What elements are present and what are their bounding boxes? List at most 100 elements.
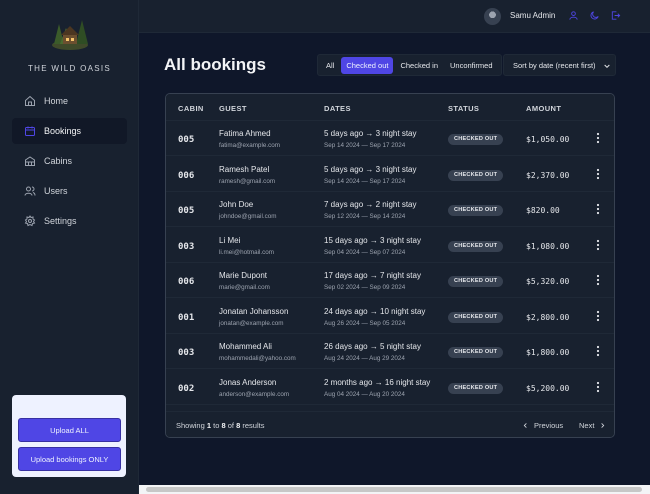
- status-badge: CHECKED OUT: [448, 382, 504, 394]
- scrollbar-thumb[interactable]: [146, 487, 642, 492]
- next-button[interactable]: Next: [579, 421, 606, 430]
- table-row: 003 Mohammed Ali mohammedali@yahoo.com 26 d…: [166, 334, 614, 369]
- table-row: 002 Jonas Anderson anderson@example.com 2 m…: [166, 370, 614, 405]
- stay-summary: 26 days ago → 5 night stay: [324, 342, 421, 351]
- top-header: Samu Admin: [139, 0, 650, 33]
- results-summary: Showing 1 to 8 of 8 results: [176, 421, 264, 430]
- previous-label: Previous: [534, 421, 564, 430]
- gear-icon: [24, 215, 36, 227]
- amount: $1,080.00: [526, 241, 570, 251]
- sidebar-item-settings[interactable]: Settings: [12, 208, 127, 234]
- user-name: Samu Admin: [510, 11, 556, 20]
- more-options-icon[interactable]: [595, 239, 601, 251]
- status-filter: All Checked out Checked in Unconfirmed: [317, 54, 502, 76]
- next-label: Next: [579, 421, 595, 430]
- calendar-icon: [25, 126, 35, 136]
- guest-name: Ramesh Patel: [219, 164, 270, 174]
- guest-email: fatima@example.com: [219, 142, 280, 149]
- sidebar-item-label: Settings: [44, 216, 77, 226]
- previous-button[interactable]: Previous: [522, 421, 563, 430]
- main-content: All bookings All Checked out Checked in …: [139, 33, 650, 494]
- guest-name: Li Mei: [219, 235, 241, 245]
- more-options-icon[interactable]: [595, 168, 601, 180]
- table-row: 003 Li Mei li.mei@hotmail.com 15 days ago →…: [166, 228, 614, 263]
- table-row: 005 John Doe johndoe@gmail.com 7 days ago →…: [166, 192, 614, 227]
- more-options-icon[interactable]: [595, 132, 601, 144]
- brand-name: THE WILD OASIS: [27, 64, 112, 73]
- more-options-icon[interactable]: [595, 274, 601, 286]
- horizontal-scrollbar[interactable]: [139, 485, 650, 494]
- page-title: All bookings: [164, 55, 266, 74]
- date-range: Aug 04 2024 — Aug 20 2024: [324, 390, 405, 398]
- table-row: 005 Fatima Ahmed fatima@example.com 5 days …: [166, 121, 614, 156]
- status-badge: CHECKED OUT: [448, 134, 504, 145]
- dark-mode-icon[interactable]: [589, 10, 600, 21]
- guest-name: Jonatan Johansson: [219, 306, 289, 316]
- status-badge: CHECKED OUT: [448, 205, 504, 216]
- more-options-icon[interactable]: [595, 203, 601, 215]
- guest-name: Mohammed Ali: [219, 342, 272, 351]
- status-badge: CHECKED OUT: [448, 240, 504, 252]
- table-row: 006 Ramesh Patel ramesh@gmail.com 5 days ag…: [166, 157, 614, 192]
- sidebar-item-cabins[interactable]: Cabins: [12, 148, 127, 174]
- sidebar-item-label: Home: [44, 96, 69, 106]
- upload-all-button[interactable]: Upload ALL: [18, 418, 121, 442]
- header-cabin: CABIN: [178, 104, 204, 113]
- header-dates: DATES: [324, 104, 351, 113]
- summary-suffix: results: [242, 421, 265, 430]
- more-options-icon[interactable]: [595, 310, 601, 322]
- stay-summary: 24 days ago → 10 night stay: [324, 306, 426, 316]
- guest-name: Jonas Anderson: [219, 377, 277, 387]
- date-range: Aug 26 2024 — Sep 05 2024: [324, 319, 406, 327]
- filter-unconfirmed[interactable]: Unconfirmed: [445, 57, 498, 74]
- upload-panel: Upload ALL Upload bookings ONLY: [12, 395, 126, 477]
- cabin-number: 001: [178, 312, 195, 323]
- amount: $1,800.00: [526, 348, 570, 357]
- logout-icon[interactable]: [610, 10, 621, 21]
- sidebar-item-label: Bookings: [44, 126, 82, 136]
- cabin-number: 002: [178, 383, 195, 394]
- table-header: CABIN GUEST DATES STATUS AMOUNT: [166, 94, 614, 121]
- chevron-right-icon: [601, 423, 605, 428]
- more-options-icon[interactable]: [595, 345, 601, 357]
- date-range: Sep 14 2024 — Sep 17 2024: [324, 177, 406, 185]
- filter-checked-out[interactable]: Checked out: [341, 56, 394, 74]
- date-range: Sep 02 2024 — Sep 09 2024: [324, 284, 406, 291]
- date-range: Sep 04 2024 — Sep 07 2024: [324, 248, 406, 256]
- cabin-number: 003: [178, 241, 195, 252]
- guest-email: ramesh@gmail.com: [219, 177, 276, 185]
- cabin-number: 006: [178, 170, 195, 181]
- cabin-icon: [25, 156, 35, 166]
- guest-name: Fatima Ahmed: [219, 129, 271, 138]
- date-range: Sep 12 2024 — Sep 14 2024: [324, 213, 406, 220]
- cabin-number: 003: [178, 348, 195, 358]
- chevron-down-icon: [604, 64, 610, 69]
- sidebar-item-users[interactable]: Users: [12, 178, 127, 204]
- cabin-number: 005: [178, 206, 195, 216]
- guest-email: mohammedali@yahoo.com: [219, 355, 296, 362]
- summary-from: 1: [206, 421, 212, 430]
- sort-select[interactable]: Sort by date (recent first): [503, 54, 616, 76]
- guest-email: anderson@example.com: [219, 390, 290, 398]
- sidebar-item-home[interactable]: Home: [12, 88, 127, 114]
- summary-total: 8: [236, 421, 241, 430]
- sidebar-item-label: Cabins: [44, 156, 73, 166]
- more-options-icon[interactable]: [595, 381, 601, 393]
- upload-bookings-button[interactable]: Upload bookings ONLY: [18, 447, 121, 471]
- sidebar-item-bookings[interactable]: Bookings: [12, 118, 127, 144]
- filter-all[interactable]: All: [321, 57, 339, 74]
- logo: THE WILD OASIS: [0, 12, 139, 73]
- bookings-table: CABIN GUEST DATES STATUS AMOUNT 005 Fatim…: [165, 93, 615, 438]
- amount: $2,800.00: [526, 312, 570, 322]
- avatar: [484, 8, 501, 25]
- status-badge: CHECKED OUT: [448, 169, 504, 181]
- stay-summary: 5 days ago → 3 night stay: [324, 164, 417, 174]
- stay-summary: 2 months ago → 16 night stay: [324, 377, 431, 387]
- guest-email: johndoe@gmail.com: [219, 213, 277, 220]
- filter-checked-in[interactable]: Checked in: [395, 57, 443, 74]
- users-icon: [24, 186, 36, 196]
- header-status: STATUS: [448, 104, 480, 113]
- amount: $2,370.00: [526, 170, 570, 180]
- user-icon[interactable]: [568, 10, 579, 21]
- stay-summary: 7 days ago → 2 night stay: [324, 200, 417, 209]
